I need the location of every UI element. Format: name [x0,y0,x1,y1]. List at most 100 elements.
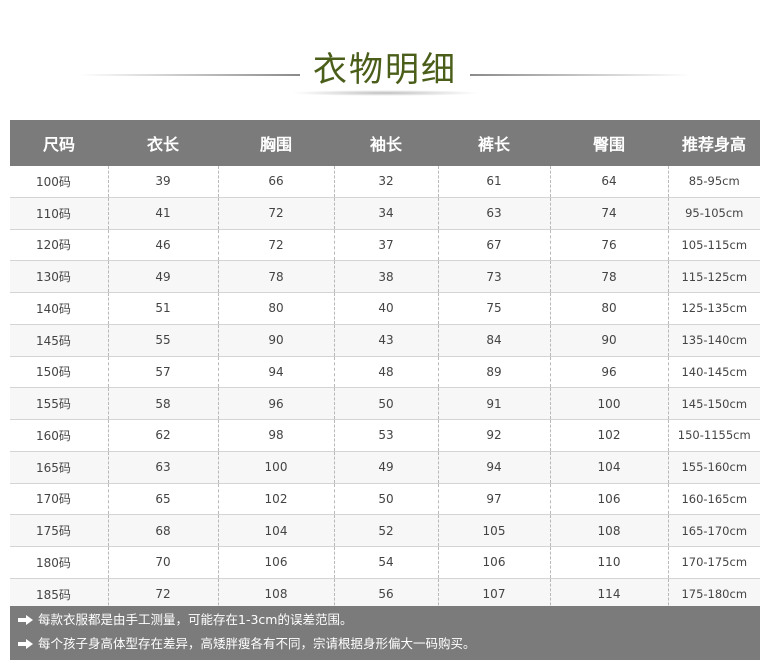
header-hip: 臀围 [550,120,668,166]
cell-sleeve: 53 [334,419,439,452]
cell-length: 58 [108,387,219,420]
cell-recommended-height: 140-145cm [668,356,760,389]
note-text: 每款衣服都是由手工测量，可能存在1-3cm的误差范围。 [38,612,353,627]
cell-chest: 104 [218,514,335,547]
page-title: 衣物明细 [313,50,457,90]
cell-recommended-height: 150-1155cm [668,419,760,452]
cell-chest: 72 [218,229,335,262]
cell-pants-length: 91 [438,387,551,420]
cell-pants-length: 73 [438,260,551,293]
cell-hip: 78 [550,260,669,293]
cell-hip: 64 [550,166,669,198]
cell-chest: 100 [218,451,335,484]
cell-size: 170码 [10,483,109,516]
cell-hip: 110 [550,546,669,579]
note-text: 每个孩子身高体型存在差异，高矮胖瘦各有不同，宗请根据身形偏大一码购买。 [38,636,476,651]
cell-recommended-height: 155-160cm [668,451,760,484]
cell-length: 65 [108,483,219,516]
cell-chest: 96 [218,387,335,420]
cell-size: 160码 [10,419,109,452]
table-body: 100码 39 66 32 61 64 85-95cm 110码 41 72 34 63 74 95-10… [10,166,760,611]
cell-chest: 72 [218,197,335,230]
cell-chest: 66 [218,166,335,198]
cell-hip: 104 [550,451,669,484]
table-header-row: 尺码 衣长 胸围 袖长 裤长 臀围 推荐身高 [10,120,760,166]
cell-hip: 76 [550,229,669,262]
title-area: 衣物明细 [0,34,770,96]
cell-length: 51 [108,292,219,325]
cell-pants-length: 63 [438,197,551,230]
header-chest: 胸围 [218,120,334,166]
cell-hip: 80 [550,292,669,325]
note-item: 每个孩子身高体型存在差异，高矮胖瘦各有不同，宗请根据身形偏大一码购买。 [18,634,476,654]
cell-size: 175码 [10,514,109,547]
cell-hip: 108 [550,514,669,547]
cell-length: 41 [108,197,219,230]
cell-pants-length: 105 [438,514,551,547]
cell-hip: 96 [550,356,669,389]
cell-recommended-height: 165-170cm [668,514,760,547]
cell-size: 155码 [10,387,109,420]
table-row: 140码 51 80 40 75 80 125-135cm [10,292,760,325]
table-row: 175码 68 104 52 105 108 165-170cm [10,514,760,547]
arrow-right-icon [18,639,34,649]
cell-sleeve: 40 [334,292,439,325]
table-row: 165码 63 100 49 94 104 155-160cm [10,451,760,484]
cell-recommended-height: 85-95cm [668,166,760,198]
cell-size: 120码 [10,229,109,262]
cell-hip: 100 [550,387,669,420]
cell-chest: 78 [218,260,335,293]
cell-length: 63 [108,451,219,484]
cell-size: 140码 [10,292,109,325]
cell-length: 68 [108,514,219,547]
cell-sleeve: 38 [334,260,439,293]
table-row: 145码 55 90 43 84 90 135-140cm [10,324,760,357]
table-row: 150码 57 94 48 89 96 140-145cm [10,356,760,389]
table-row: 155码 58 96 50 91 100 145-150cm [10,387,760,420]
size-chart-table: 尺码 衣长 胸围 袖长 裤长 臀围 推荐身高 100码 39 66 32 61 64 85-… [10,120,760,611]
cell-size: 180码 [10,546,109,579]
cell-length: 46 [108,229,219,262]
table-row: 170码 65 102 50 97 106 160-165cm [10,483,760,516]
table-row: 160码 62 98 53 92 102 150-1155cm [10,419,760,452]
cell-length: 39 [108,166,219,198]
table-row: 100码 39 66 32 61 64 85-95cm [10,166,760,198]
header-size: 尺码 [10,120,108,166]
cell-pants-length: 84 [438,324,551,357]
cell-pants-length: 61 [438,166,551,198]
cell-pants-length: 94 [438,451,551,484]
cell-pants-length: 75 [438,292,551,325]
cell-recommended-height: 105-115cm [668,229,760,262]
cell-pants-length: 92 [438,419,551,452]
header-sleeve: 袖长 [334,120,438,166]
cell-sleeve: 43 [334,324,439,357]
cell-sleeve: 54 [334,546,439,579]
table-row: 130码 49 78 38 73 78 115-125cm [10,260,760,293]
cell-hip: 90 [550,324,669,357]
cell-size: 145码 [10,324,109,357]
cell-recommended-height: 95-105cm [668,197,760,230]
cell-chest: 106 [218,546,335,579]
cell-size: 130码 [10,260,109,293]
cell-recommended-height: 135-140cm [668,324,760,357]
cell-chest: 94 [218,356,335,389]
cell-recommended-height: 145-150cm [668,387,760,420]
cell-length: 70 [108,546,219,579]
arrow-right-icon [18,615,34,625]
table-row: 120码 46 72 37 67 76 105-115cm [10,229,760,262]
header-pants-length: 裤长 [438,120,550,166]
cell-chest: 80 [218,292,335,325]
notes-panel: 每款衣服都是由手工测量，可能存在1-3cm的误差范围。 每个孩子身高体型存在差异… [10,606,760,660]
cell-size: 100码 [10,166,109,198]
cell-length: 49 [108,260,219,293]
cell-sleeve: 49 [334,451,439,484]
cell-sleeve: 37 [334,229,439,262]
cell-sleeve: 48 [334,356,439,389]
cell-pants-length: 89 [438,356,551,389]
cell-length: 62 [108,419,219,452]
table-row: 110码 41 72 34 63 74 95-105cm [10,197,760,230]
cell-recommended-height: 125-135cm [668,292,760,325]
note-item: 每款衣服都是由手工测量，可能存在1-3cm的误差范围。 [18,610,352,630]
cell-recommended-height: 170-175cm [668,546,760,579]
cell-sleeve: 50 [334,387,439,420]
